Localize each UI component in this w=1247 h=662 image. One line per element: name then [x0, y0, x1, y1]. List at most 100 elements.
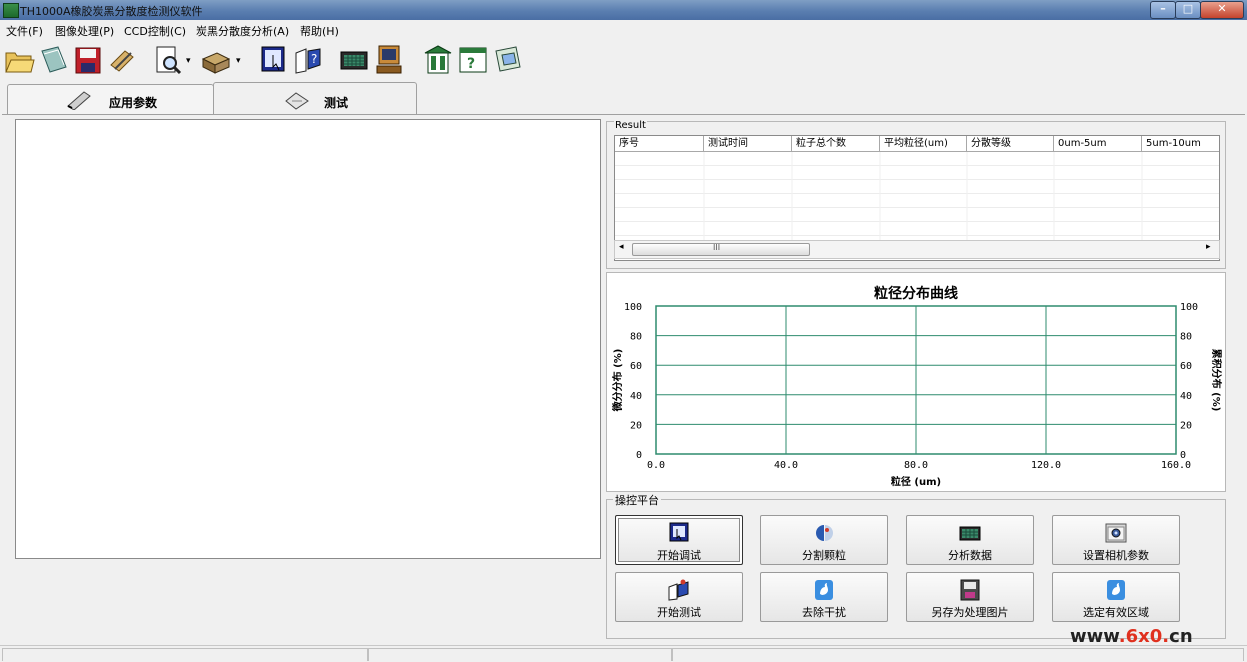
x-tick-label: 40.0 — [774, 460, 798, 471]
scroll-grip: III — [713, 243, 721, 252]
y-tick-label: 60 — [630, 361, 642, 372]
remove-noise-icon — [815, 580, 833, 600]
svg-text:?: ? — [467, 56, 475, 72]
tab-divider — [2, 114, 1245, 115]
col-header-particle-count[interactable]: 粒子总个数 — [792, 136, 880, 152]
split-particles-button[interactable]: 分割颗粒 — [760, 515, 888, 565]
building-icon[interactable] — [422, 43, 454, 77]
split-particles-label: 分割颗粒 — [802, 549, 846, 562]
select-region-icon — [1107, 580, 1125, 600]
help-book-icon[interactable]: ? — [457, 43, 489, 77]
camera-icon — [1105, 523, 1127, 543]
calculator-icon[interactable] — [338, 43, 370, 77]
col-header-avg-size[interactable]: 平均粒径(um) — [880, 136, 967, 152]
result-legend: Result — [614, 120, 647, 131]
save-processed-image-button[interactable]: 另存为处理图片 — [906, 572, 1034, 622]
control-platform-legend: 操控平台 — [613, 492, 661, 508]
preview-dropdown-icon[interactable]: ▾ — [186, 56, 191, 66]
open-file-icon[interactable] — [38, 43, 70, 77]
select-valid-region-button[interactable]: 选定有效区域 — [1052, 572, 1180, 622]
test-start-icon — [668, 579, 689, 601]
tab-test[interactable]: 测试 — [213, 82, 417, 115]
help-cursor-icon[interactable]: ? — [292, 43, 324, 77]
camera-settings-button[interactable]: 设置相机参数 — [1052, 515, 1180, 565]
scrollbar-thumb[interactable]: III — [632, 243, 810, 256]
toolbar: ▾ ▾ ? ? — [0, 40, 1247, 82]
open-folder-icon[interactable] — [3, 43, 35, 77]
scroll-right-arrow-icon[interactable]: ▸ — [1206, 242, 1211, 252]
info-icon[interactable] — [492, 43, 524, 77]
col-header-0-5um[interactable]: 0um-5um — [1054, 136, 1142, 152]
tab-test-label: 测试 — [324, 96, 349, 110]
result-horizontal-scrollbar[interactable]: ◂ III ▸ — [614, 240, 1220, 259]
y2-tick-label: 60 — [1180, 361, 1192, 372]
save-icon[interactable] — [72, 43, 104, 77]
image-display-panel[interactable] — [15, 119, 601, 559]
menu-carbon-analysis[interactable]: 炭黑分散度分析(A) — [196, 23, 289, 39]
debug-monitor-icon — [669, 522, 689, 542]
col-header-dispersion-grade[interactable]: 分散等级 — [967, 136, 1054, 152]
chart-svg: 0204060801000204060801000.0 40.0 80.0 120.0… — [611, 285, 1223, 488]
close-button[interactable]: ✕ — [1200, 1, 1244, 19]
menu-help[interactable]: 帮助(H) — [300, 23, 339, 39]
y-tick-label: 100 — [624, 302, 642, 313]
y-tick-label: 80 — [630, 332, 642, 343]
y2-tick-label: 80 — [1180, 332, 1192, 343]
analyze-data-label: 分析数据 — [948, 549, 992, 562]
y2-tick-label: 20 — [1180, 420, 1192, 431]
camera-settings-label: 设置相机参数 — [1083, 549, 1149, 562]
select-valid-region-label: 选定有效区域 — [1083, 606, 1149, 619]
remove-noise-button[interactable]: 去除干扰 — [760, 572, 888, 622]
status-pane-2 — [368, 648, 672, 661]
start-debug-button[interactable]: 开始调试 — [615, 515, 743, 565]
y2-tick-label: 40 — [1180, 391, 1192, 402]
col-header-5-10um[interactable]: 5um-10um — [1142, 136, 1219, 152]
tab-app-params-label: 应用参数 — [109, 96, 158, 110]
y-axis-label: 微分分布 (%) — [611, 349, 624, 413]
scroll-left-arrow-icon[interactable]: ◂ — [619, 242, 624, 252]
monitor-select-icon[interactable] — [258, 43, 290, 77]
start-test-button[interactable]: 开始测试 — [615, 572, 743, 622]
svg-text:?: ? — [311, 52, 317, 66]
x-tick-label: 80.0 — [904, 460, 928, 471]
remove-noise-label: 去除干扰 — [802, 606, 846, 619]
x-tick-label: 0.0 — [647, 460, 665, 471]
x-tick-label: 160.0 — [1161, 460, 1191, 471]
menu-image-processing[interactable]: 图像处理(P) — [55, 23, 114, 39]
pen-tool-icon — [285, 92, 309, 110]
particle-size-chart: 0 20 40 60 80 100 0 20 40 60 80 100 0.0 40.0 80.0 120.0… — [606, 272, 1226, 492]
analyze-data-button[interactable]: 分析数据 — [906, 515, 1034, 565]
x-axis-label: 粒径 (um) — [891, 475, 941, 488]
status-pane-3 — [672, 648, 1244, 661]
y-tick-label: 0 — [636, 450, 642, 461]
printer-icon[interactable] — [199, 43, 231, 77]
y2-tick-label: 100 — [1180, 302, 1198, 313]
particle-split-icon — [816, 525, 833, 541]
chart-title: 粒径分布曲线 — [874, 285, 958, 302]
app-icon — [3, 3, 19, 18]
start-debug-label: 开始调试 — [657, 549, 701, 562]
status-bar — [0, 645, 1247, 662]
maximize-button[interactable]: □ — [1175, 1, 1201, 19]
edit-icon[interactable] — [107, 43, 139, 77]
col-header-index[interactable]: 序号 — [615, 136, 704, 152]
tab-app-params[interactable]: 应用参数 — [7, 84, 214, 115]
print-preview-icon[interactable] — [152, 43, 184, 77]
window-title: TH1000A橡胶炭黑分散度检测仪软件 — [20, 5, 203, 18]
menu-ccd-control[interactable]: CCD控制(C) — [124, 23, 186, 39]
watermark-url: www.6x0.cn — [1070, 626, 1193, 647]
calculator-icon — [959, 526, 981, 541]
minimize-button[interactable]: – — [1150, 1, 1176, 19]
col-header-test-time[interactable]: 测试时间 — [704, 136, 792, 152]
y-tick-label: 40 — [630, 391, 642, 402]
save-image-icon — [960, 579, 980, 601]
printer-dropdown-icon[interactable]: ▾ — [236, 56, 241, 66]
pencil-icon — [67, 91, 91, 110]
computer-icon[interactable] — [373, 43, 405, 77]
x-tick-label: 120.0 — [1031, 460, 1061, 471]
table-grid-lines — [703, 152, 1143, 240]
title-bar[interactable]: TH1000A橡胶炭黑分散度检测仪软件 – □ ✕ — [0, 0, 1247, 20]
y2-axis-label: 累积分布 (%) — [1210, 349, 1223, 412]
menu-file[interactable]: 文件(F) — [6, 23, 43, 39]
y-tick-label: 20 — [630, 420, 642, 431]
